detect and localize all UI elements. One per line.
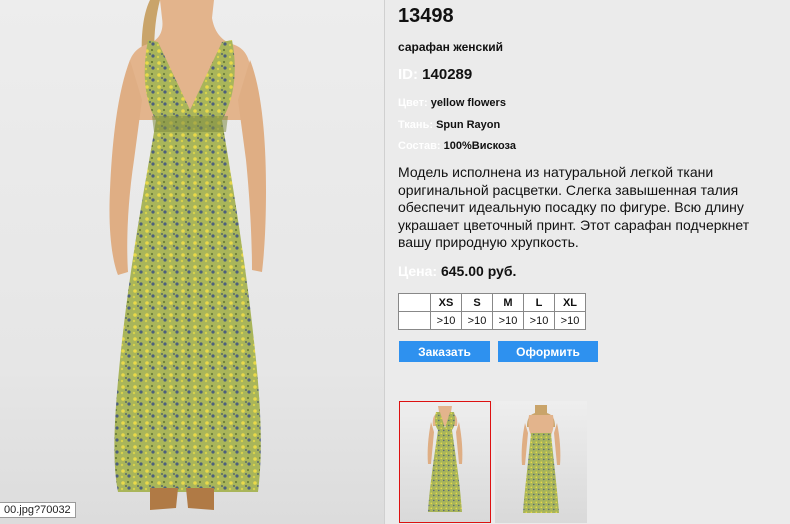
size-stock-cell[interactable]: >10: [492, 311, 524, 330]
size-header: L: [523, 293, 555, 312]
price-label: Цена:: [398, 263, 438, 279]
thumbnail-back[interactable]: [495, 401, 587, 523]
product-id: ID: 140289: [398, 66, 472, 83]
size-stock-cell[interactable]: >10: [430, 311, 462, 330]
order-button[interactable]: Заказать: [399, 341, 490, 362]
id-value: 140289: [422, 66, 473, 83]
attr-value: Spun Rayon: [436, 119, 501, 131]
checkout-button[interactable]: Оформить: [498, 341, 598, 362]
attr-color: Цвет: yellow flowers: [398, 97, 506, 109]
size-header-blank: [398, 293, 431, 312]
attr-label: Состав:: [398, 140, 441, 152]
size-stock-blank[interactable]: [398, 311, 431, 330]
size-header: M: [492, 293, 524, 312]
size-header: S: [461, 293, 493, 312]
attr-value: 100%Вискоза: [443, 140, 516, 152]
size-stock-cell[interactable]: >10: [523, 311, 555, 330]
product-description: Модель исполнена из натуральной легкой т…: [398, 164, 750, 250]
price-value: 645.00 руб.: [440, 263, 517, 279]
size-table: XS S M L XL >10 >10 >10 >10 >10: [398, 293, 586, 330]
pane-divider: [384, 0, 385, 524]
product-name: сарафан женский: [398, 40, 503, 54]
product-code: 13498: [398, 5, 454, 27]
attr-label: Ткань:: [398, 119, 433, 131]
attr-value: yellow flowers: [430, 97, 506, 109]
dress-model-image: [109, 0, 266, 510]
id-label: ID:: [398, 66, 418, 83]
size-stock-row: >10 >10 >10 >10 >10: [398, 311, 586, 330]
size-header-row: XS S M L XL: [398, 293, 586, 312]
attr-composition: Состав: 100%Вискоза: [398, 140, 516, 152]
size-header: XL: [554, 293, 586, 312]
size-header: XS: [430, 293, 462, 312]
thumbnail-back-image: [521, 405, 561, 513]
size-stock-cell[interactable]: >10: [461, 311, 493, 330]
image-url-tooltip: 00.jpg?70032: [0, 502, 76, 518]
attr-label: Цвет:: [398, 97, 428, 109]
thumbnail-front[interactable]: [399, 401, 491, 523]
main-product-photo[interactable]: [0, 0, 384, 524]
price-row: Цена: 645.00 руб.: [398, 263, 516, 279]
thumbnail-front-image: [427, 406, 463, 512]
attr-fabric: Ткань: Spun Rayon: [398, 119, 500, 131]
size-stock-cell[interactable]: >10: [554, 311, 586, 330]
